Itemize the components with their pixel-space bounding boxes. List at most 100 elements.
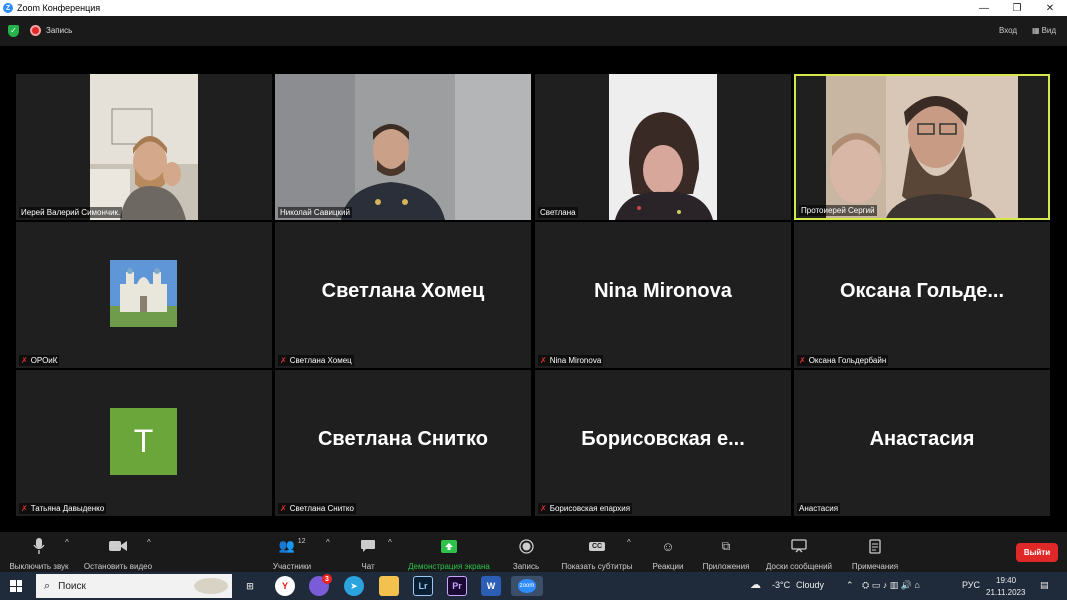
participant-name: ✗ ОРОиК	[19, 355, 60, 366]
participant-name: ✗ Татьяна Давыденко	[19, 503, 107, 514]
participant-name: ✗ Борисовская епархия	[538, 503, 633, 514]
participant-display-name: Nina Mironova	[594, 280, 732, 302]
microphone-icon	[33, 538, 45, 554]
mute-button[interactable]: Выключить звук	[6, 538, 72, 571]
participant-video	[609, 74, 717, 220]
tray-icons[interactable]: ⛭ ▭ ♪ ▥ 🔊 ⌂	[862, 580, 920, 591]
audio-options-chevron-icon[interactable]: ^	[65, 538, 69, 547]
windows-start-icon[interactable]	[10, 580, 22, 592]
participant-avatar: T	[110, 408, 177, 475]
muted-mic-icon: ✗	[280, 356, 287, 365]
participant-tile[interactable]: Николай Савицкий	[275, 74, 531, 220]
captions-options-chevron-icon[interactable]: ^	[627, 538, 631, 547]
captions-icon: CC	[588, 541, 606, 551]
participant-video	[275, 74, 531, 220]
participant-tile-active-speaker[interactable]: Протоиерей Сергий	[794, 74, 1050, 220]
participants-count: 12	[297, 538, 306, 545]
participant-tile[interactable]: Анастасия Анастасия	[794, 370, 1050, 516]
view-label: Вид	[1041, 26, 1057, 35]
weather-temperature[interactable]: -3°C	[772, 580, 790, 590]
participant-name: Светлана	[538, 207, 578, 218]
weather-condition[interactable]: Cloudy	[796, 580, 824, 590]
restore-button[interactable]: ❐	[1000, 0, 1034, 16]
lightroom-icon[interactable]: Lr	[413, 576, 433, 596]
camera-icon	[109, 541, 127, 551]
taskbar-search[interactable]: ⌕ Поиск	[36, 574, 232, 598]
participant-video	[826, 76, 1018, 218]
participant-tile[interactable]: Оксана Гольде... ✗ Оксана Гольдербайн	[794, 222, 1050, 368]
participant-display-name: Анастасия	[869, 428, 975, 450]
participant-display-name: Светлана Снитко	[317, 428, 489, 450]
muted-mic-icon: ✗	[21, 356, 28, 365]
yandex-browser-icon[interactable]: Y	[275, 576, 295, 596]
input-language[interactable]: РУС	[962, 580, 980, 590]
muted-mic-icon: ✗	[540, 504, 547, 513]
participant-name: ✗ Оксана Гольдербайн	[797, 355, 889, 366]
chat-button[interactable]: Чат	[352, 538, 384, 571]
task-view-icon[interactable]: ⊞	[240, 576, 260, 596]
view-button[interactable]: ▦ Вид	[1032, 26, 1056, 35]
window-title: Zoom Конференция	[17, 3, 101, 13]
whiteboards-button[interactable]: Доски сообщений	[762, 538, 836, 571]
exit-fullscreen-button[interactable]: Вход	[999, 26, 1017, 35]
participant-tile[interactable]: Борисовская е... ✗ Борисовская епархия	[535, 370, 791, 516]
participant-name: Николай Савицкий	[278, 207, 352, 218]
show-captions-button[interactable]: CC Показать субтитры	[556, 538, 638, 571]
minimize-button[interactable]: —	[967, 0, 1001, 16]
muted-mic-icon: ✗	[21, 504, 28, 513]
tray-chevron-icon[interactable]: ⌃	[846, 580, 854, 591]
zoom-taskbar-icon[interactable]: zoom	[511, 576, 543, 596]
meeting-top-bar: ✓ Запись Вход ▦ Вид	[0, 16, 1067, 46]
muted-mic-icon: ✗	[280, 504, 287, 513]
whiteboard-icon	[791, 539, 807, 553]
participant-tile[interactable]: Иерей Валерий Симончик.	[16, 74, 272, 220]
record-icon	[518, 538, 534, 554]
reactions-button[interactable]: ☺ Реакции	[648, 538, 688, 572]
participants-options-chevron-icon[interactable]: ^	[326, 538, 330, 547]
participants-button[interactable]: 👥 12 Участники	[268, 538, 316, 571]
video-options-chevron-icon[interactable]: ^	[147, 538, 151, 547]
participant-tile[interactable]: Светлана Хомец ✗ Светлана Хомец	[275, 222, 531, 368]
chat-options-chevron-icon[interactable]: ^	[388, 538, 392, 547]
grid-icon: ▦	[1032, 26, 1040, 35]
participant-name: Иерей Валерий Симончик.	[19, 207, 123, 218]
telegram-icon[interactable]: ➤	[344, 576, 364, 596]
premiere-icon[interactable]: Pr	[447, 576, 467, 596]
participant-name: ✗ Светлана Снитко	[278, 503, 356, 514]
muted-mic-icon: ✗	[799, 356, 806, 365]
apps-icon: ⧉	[721, 538, 731, 553]
clock-time[interactable]: 19:40	[996, 576, 1016, 585]
participant-tile[interactable]: T ✗ Татьяна Давыденко	[16, 370, 272, 516]
chat-icon	[361, 540, 375, 552]
smile-icon: ☺	[661, 538, 675, 554]
clock-date[interactable]: 21.11.2023	[986, 588, 1025, 597]
participant-tile[interactable]: ✗ ОРОиК	[16, 222, 272, 368]
security-shield-icon[interactable]: ✓	[8, 25, 19, 37]
share-screen-button[interactable]: Демонстрация экрана	[402, 538, 496, 571]
notes-button[interactable]: Примечания	[846, 538, 904, 571]
participant-display-name: Оксана Гольде...	[839, 280, 1005, 302]
participant-video	[90, 74, 198, 220]
muted-mic-icon: ✗	[540, 356, 547, 365]
search-highlight-seal-image	[194, 578, 228, 594]
participant-tile[interactable]: Светлана Снитко ✗ Светлана Снитко	[275, 370, 531, 516]
leave-meeting-button[interactable]: Выйти	[1016, 543, 1058, 562]
share-screen-icon	[441, 539, 457, 553]
file-explorer-icon[interactable]	[379, 576, 399, 596]
stop-video-button[interactable]: Остановить видео	[80, 538, 156, 571]
notifications-icon[interactable]: ▤	[1040, 580, 1049, 591]
weather-cloud-icon: ☁	[750, 579, 761, 591]
notes-icon	[869, 538, 881, 554]
windows-taskbar: ⌕ Поиск ⊞ Y 3 ➤ Lr Pr W zoom ☁ -3°C Clou…	[0, 572, 1067, 600]
recording-label[interactable]: Запись	[46, 26, 72, 35]
apps-button[interactable]: ⧉ Приложения	[698, 538, 754, 572]
close-button[interactable]: ✕	[1033, 0, 1067, 16]
word-icon[interactable]: W	[481, 576, 501, 596]
gallery-view: Иерей Валерий Симончик. Николай Савицкий…	[0, 46, 1067, 532]
search-placeholder: Поиск	[58, 580, 86, 592]
record-button[interactable]: Запись	[508, 538, 544, 571]
participant-tile[interactable]: Светлана	[535, 74, 791, 220]
participant-name: ✗ Светлана Хомец	[278, 355, 354, 366]
viber-icon[interactable]: 3	[309, 574, 332, 596]
participant-tile[interactable]: Nina Mironova ✗ Nina Mironova	[535, 222, 791, 368]
